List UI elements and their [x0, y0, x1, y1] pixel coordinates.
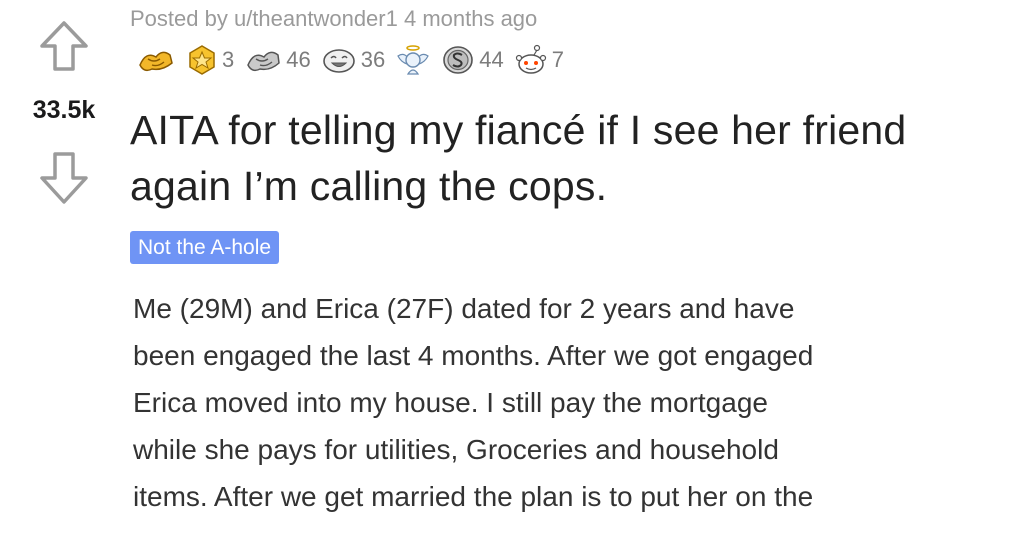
award-laughing[interactable]: 36	[321, 45, 385, 75]
post-meta[interactable]: Posted by u/theantwonder1 4 months ago	[130, 6, 537, 32]
gold-award-icon	[186, 44, 218, 76]
award-helpful-hands[interactable]	[136, 45, 176, 75]
helpful-hands-award-icon	[136, 45, 176, 75]
award-count: 46	[286, 47, 311, 72]
laughing-award-icon	[321, 45, 357, 75]
helpful-award-icon	[244, 45, 282, 75]
downvote-arrow-icon[interactable]	[38, 150, 90, 210]
award-count: 3	[222, 47, 235, 72]
award-count: 7	[551, 47, 564, 72]
post-body: Me (29M) and Erica (27F) dated for 2 yea…	[133, 285, 1013, 520]
upvote-arrow-icon[interactable]	[38, 20, 90, 76]
award-count: 44	[479, 47, 504, 72]
award-helpful[interactable]: 46	[244, 45, 311, 75]
body-line: Erica moved into my house. I still pay t…	[133, 387, 768, 418]
award-angel[interactable]	[395, 44, 431, 76]
post-title-line: again I’m calling the cops.	[130, 163, 608, 209]
vote-score: 33.5k	[32, 96, 96, 124]
post-title-line: AITA for telling my fiancé if I see her …	[130, 107, 907, 153]
award-gold[interactable]: 3	[186, 44, 234, 76]
award-snoo[interactable]: 7	[514, 44, 564, 76]
angel-award-icon	[395, 44, 431, 76]
award-silver[interactable]: 44	[441, 44, 504, 76]
body-line: items. After we get married the plan is …	[133, 481, 814, 512]
post-flair[interactable]: Not the A-hole	[130, 231, 280, 264]
body-line: been engaged the last 4 months. After we…	[133, 340, 814, 371]
awards-row[interactable]: 3 46 36 44 7	[136, 44, 574, 76]
silver-coin-award-icon	[441, 44, 475, 76]
snoo-award-icon	[514, 44, 548, 76]
body-line: Me (29M) and Erica (27F) dated for 2 yea…	[133, 293, 795, 324]
body-line: while she pays for utilities, Groceries …	[133, 434, 779, 465]
post-title[interactable]: AITA for telling my fiancé if I see her …	[130, 102, 1010, 214]
award-count: 36	[360, 47, 386, 72]
